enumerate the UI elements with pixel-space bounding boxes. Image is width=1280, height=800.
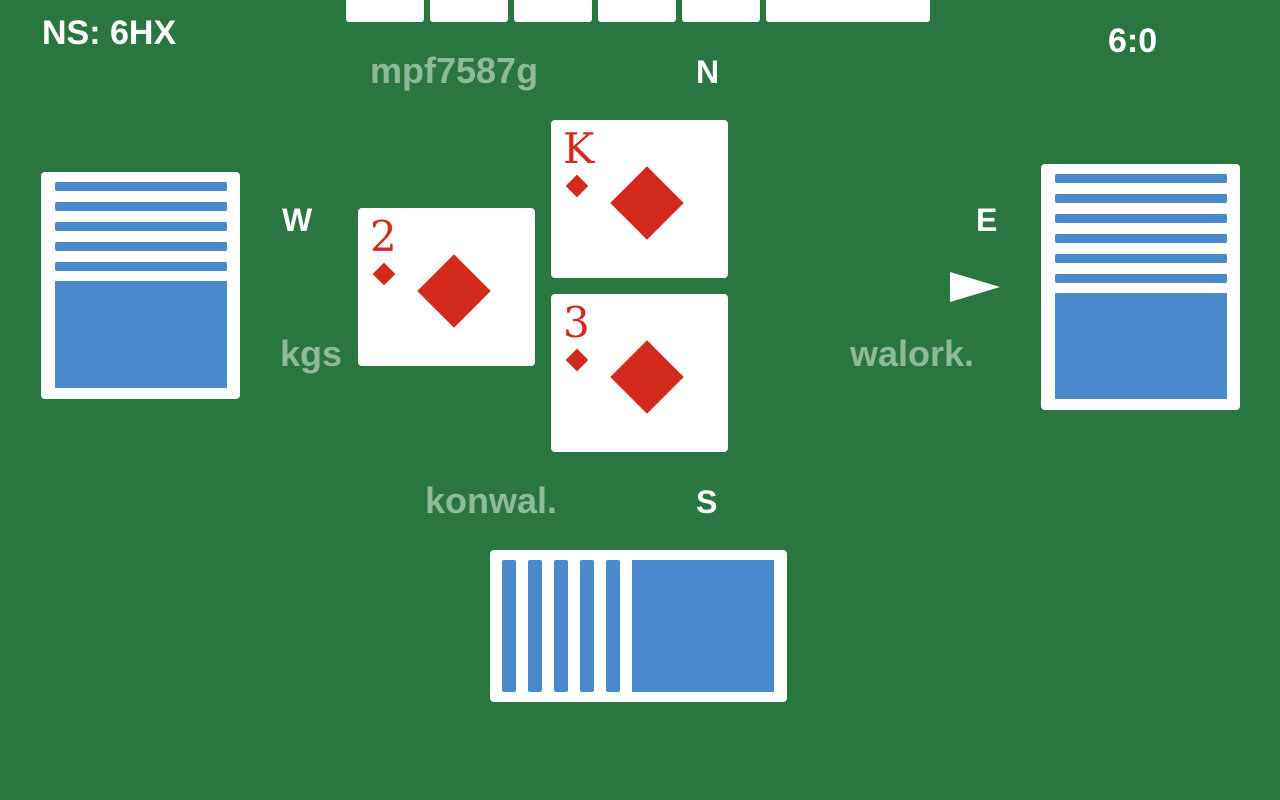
diamond-icon [417, 254, 491, 328]
card-back-stripe [55, 182, 227, 191]
card-back-stripe [1055, 254, 1227, 263]
player-name-east: walork. [850, 333, 975, 374]
seat-label-south: S [696, 484, 718, 520]
diamond-icon [372, 262, 396, 286]
seat-label-north: N [696, 54, 720, 90]
player-name-north: mpf7587g [370, 50, 539, 91]
hand-card[interactable] [606, 560, 620, 692]
card-back-stripe [1055, 214, 1227, 223]
north-hand-card [346, 0, 424, 22]
card-back-stripe [1055, 174, 1227, 183]
card-back-stripe [55, 242, 227, 251]
score-label: 6:0 [1108, 22, 1158, 60]
card-back-stripe [55, 262, 227, 271]
west-hand [41, 172, 240, 399]
north-hand-card [766, 0, 930, 22]
played-card-south: 3 [551, 294, 728, 452]
card-back [55, 281, 227, 388]
hand-card[interactable] [528, 560, 542, 692]
diamond-icon [565, 174, 589, 198]
north-hand-card [682, 0, 760, 22]
card-back-stripe [1055, 234, 1227, 243]
card-rank: 3 [563, 298, 590, 347]
turn-arrow-icon [950, 272, 1000, 302]
east-hand [1041, 164, 1240, 410]
card-back-stripe [1055, 194, 1227, 203]
seat-label-west: W [282, 202, 313, 238]
north-hand-card [430, 0, 508, 22]
south-hand[interactable] [490, 550, 787, 702]
player-name-south: konwal. [425, 480, 558, 521]
hand-card[interactable] [632, 560, 774, 692]
card-rank: K [563, 124, 595, 173]
contract-label: NS: 6HX [42, 14, 177, 52]
hand-card[interactable] [580, 560, 594, 692]
card-back-stripe [55, 222, 227, 231]
hand-card[interactable] [502, 560, 516, 692]
card-rank: 2 [370, 212, 397, 261]
played-card-north: K [551, 120, 728, 278]
player-name-west: kgs [280, 333, 343, 374]
hand-card[interactable] [554, 560, 568, 692]
diamond-icon [565, 348, 589, 372]
north-hand-card [514, 0, 592, 22]
card-back [1055, 293, 1227, 399]
diamond-icon [610, 166, 684, 240]
card-back-stripe [55, 202, 227, 211]
played-card-west: 2 [358, 208, 535, 366]
diamond-icon [610, 340, 684, 414]
seat-label-east: E [976, 202, 998, 238]
north-hand-card [598, 0, 676, 22]
card-back-stripe [1055, 274, 1227, 283]
